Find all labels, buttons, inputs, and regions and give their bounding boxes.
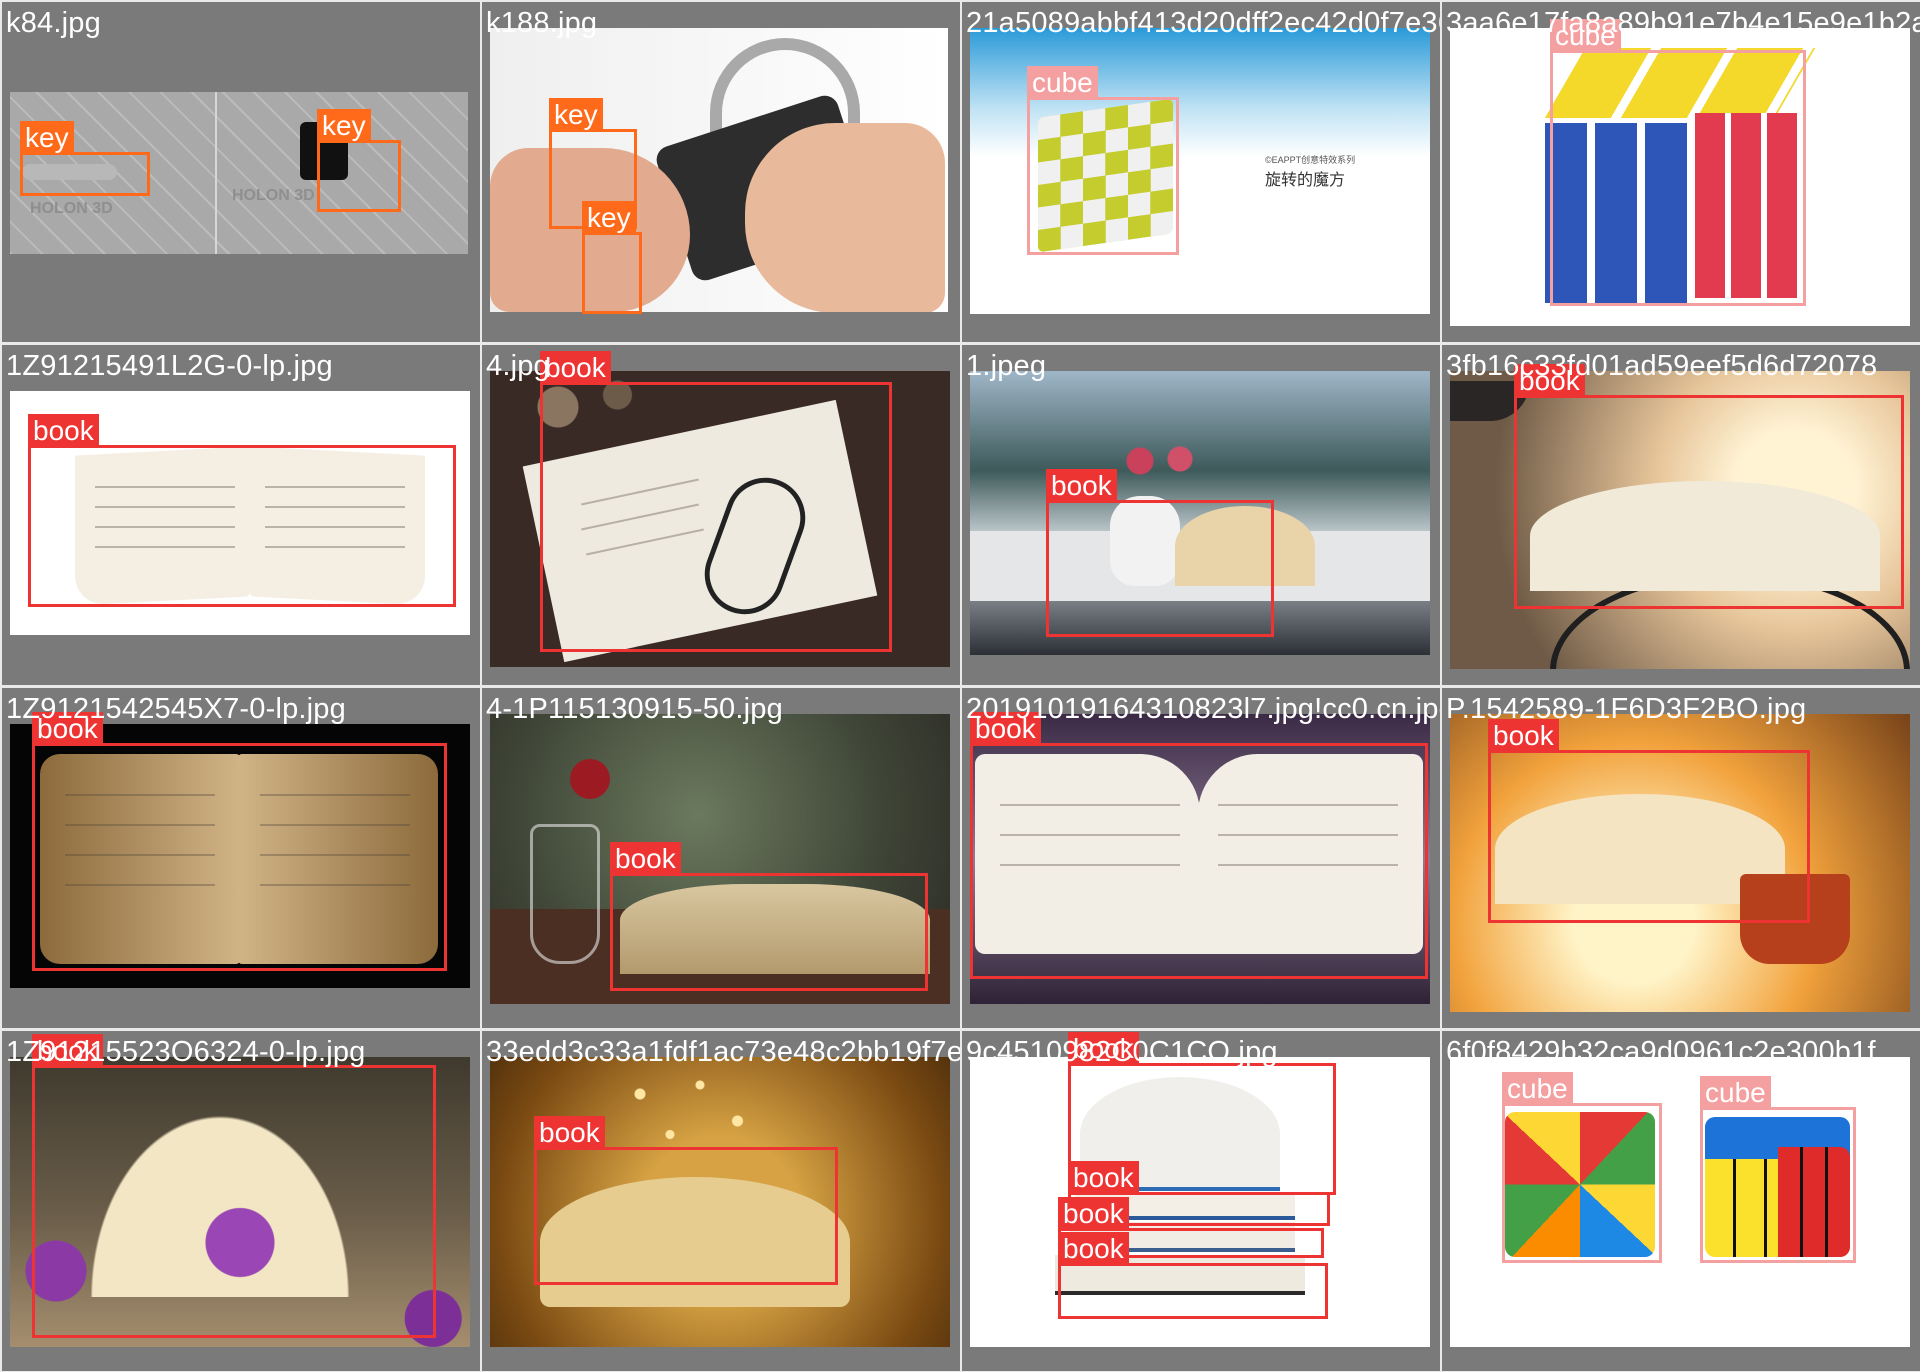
tile-11[interactable]: book 20191019164310823l7.jpg!cc0.cn.jpg <box>962 688 1440 1028</box>
tile-13[interactable]: book 1Z91215523O6324-0-lp.jpg <box>2 1031 480 1371</box>
bbox-book[interactable]: book <box>32 712 447 971</box>
tile-12[interactable]: book P.1542589-1F6D3F2BO.jpg <box>1442 688 1920 1028</box>
bbox-label: book <box>28 414 99 448</box>
bbox-book[interactable]: book <box>32 1034 436 1338</box>
tile-15[interactable]: book book book book 9c4510982C0C1CO.jpg <box>962 1031 1440 1371</box>
file-name: 33edd3c33a1fdf1ac73e48c2bb19f7e451.jpg <box>486 1036 960 1068</box>
bbox-cube[interactable]: cube <box>1027 66 1179 255</box>
tile-5[interactable]: book 1Z91215491L2G-0-lp.jpg <box>2 345 480 685</box>
tile-16[interactable]: cube cube 6f0f8429b32ca9d0961c2e300b1f <box>1442 1031 1920 1371</box>
file-name: 1Z91215491L2G-0-lp.jpg <box>6 350 333 382</box>
bbox-key[interactable]: key <box>20 121 150 196</box>
tile-3[interactable]: ©EAPPT创意特效系列 旋转的魔方 cube 21a5089abbf413d2… <box>962 2 1440 342</box>
bbox-book[interactable]: book <box>1046 469 1274 637</box>
bbox-book[interactable]: book <box>610 842 928 991</box>
detection-mosaic: HOLON 3D HOLON 3D key key k84.jpg key ke… <box>0 0 1920 1372</box>
file-name: 3aa6e17fa8a89b91e7b4e15e9e1b2a4c8c6d02.j… <box>1446 7 1920 39</box>
tile-7[interactable]: book 1.jpeg <box>962 345 1440 685</box>
bbox-label: key <box>20 121 74 155</box>
bbox-book[interactable]: book <box>970 712 1428 979</box>
file-name: 3fb16c33fd01ad59eef5d6d72078 <box>1446 350 1878 382</box>
file-name: 4.jpg <box>486 350 550 382</box>
caption-small: ©EAPPT创意特效系列 <box>1265 155 1356 165</box>
file-name: 1.jpeg <box>966 350 1047 382</box>
bbox-label: book <box>1068 1161 1139 1195</box>
file-name: 1Z91215523O6324-0-lp.jpg <box>6 1036 366 1068</box>
file-name: k188.jpg <box>486 7 598 39</box>
tile-1[interactable]: HOLON 3D HOLON 3D key key k84.jpg <box>2 2 480 342</box>
bbox-label: book <box>610 842 681 876</box>
bbox-label: book <box>1058 1232 1129 1266</box>
bbox-book[interactable]: book <box>1514 364 1904 609</box>
bbox-book[interactable]: book <box>1488 719 1810 923</box>
bbox-label: key <box>317 109 371 143</box>
bbox-label: cube <box>1502 1072 1573 1106</box>
file-name: k84.jpg <box>6 7 101 39</box>
tile-14[interactable]: book 33edd3c33a1fdf1ac73e48c2bb19f7e451.… <box>482 1031 960 1371</box>
file-name: 20191019164310823l7.jpg!cc0.cn.jpg <box>966 693 1440 725</box>
file-name: 4-1P115130915-50.jpg <box>486 693 783 725</box>
file-name: 1Z9121542545X7-0-lp.jpg <box>6 693 346 725</box>
bbox-key[interactable]: key <box>582 201 642 314</box>
bbox-label: book <box>540 351 611 385</box>
butterflies <box>610 1067 760 1157</box>
hand-right <box>745 123 945 312</box>
watermark-text-2: HOLON 3D <box>232 187 315 204</box>
file-name: 9c4510982C0C1CO.jpg <box>966 1036 1278 1068</box>
tile-4[interactable]: cube 3aa6e17fa8a89b91e7b4e15e9e1b2a4c8c6… <box>1442 2 1920 342</box>
file-name: P.1542589-1F6D3F2BO.jpg <box>1446 693 1807 725</box>
tile-6[interactable]: book 4.jpg <box>482 345 960 685</box>
bbox-cube[interactable]: cube <box>1700 1076 1856 1263</box>
bbox-label: book <box>1046 469 1117 503</box>
bbox-book[interactable]: book <box>534 1116 838 1285</box>
tile-2[interactable]: key key k188.jpg <box>482 2 960 342</box>
bbox-label: cube <box>1027 66 1098 100</box>
bbox-label: cube <box>1700 1076 1771 1110</box>
glass-vase <box>530 824 600 964</box>
bbox-book[interactable]: book <box>28 414 456 607</box>
bbox-cube[interactable]: cube <box>1550 19 1806 306</box>
bbox-cube[interactable]: cube <box>1502 1072 1662 1263</box>
bbox-label: key <box>582 201 636 235</box>
caption-title: 旋转的魔方 <box>1265 172 1346 189</box>
rose-image <box>570 759 610 799</box>
tile-8[interactable]: book 3fb16c33fd01ad59eef5d6d72078 <box>1442 345 1920 685</box>
bbox-label: book <box>1058 1197 1129 1231</box>
bbox-book[interactable]: book <box>1058 1232 1328 1319</box>
bbox-book[interactable]: book <box>540 351 892 652</box>
file-name: 6f0f8429b32ca9d0961c2e300b1f <box>1446 1036 1876 1068</box>
tile-10[interactable]: book 4-1P115130915-50.jpg <box>482 688 960 1028</box>
bbox-label: book <box>534 1116 605 1150</box>
tile-9[interactable]: book 1Z9121542545X7-0-lp.jpg <box>2 688 480 1028</box>
watermark-text: HOLON 3D <box>30 200 113 217</box>
bbox-label: key <box>549 98 603 132</box>
rose-flowers <box>1120 441 1200 481</box>
file-name: 21a5089abbf413d20dff2ec42d0f7e36c7c74efb… <box>966 7 1440 39</box>
bbox-key[interactable]: key <box>317 109 401 212</box>
